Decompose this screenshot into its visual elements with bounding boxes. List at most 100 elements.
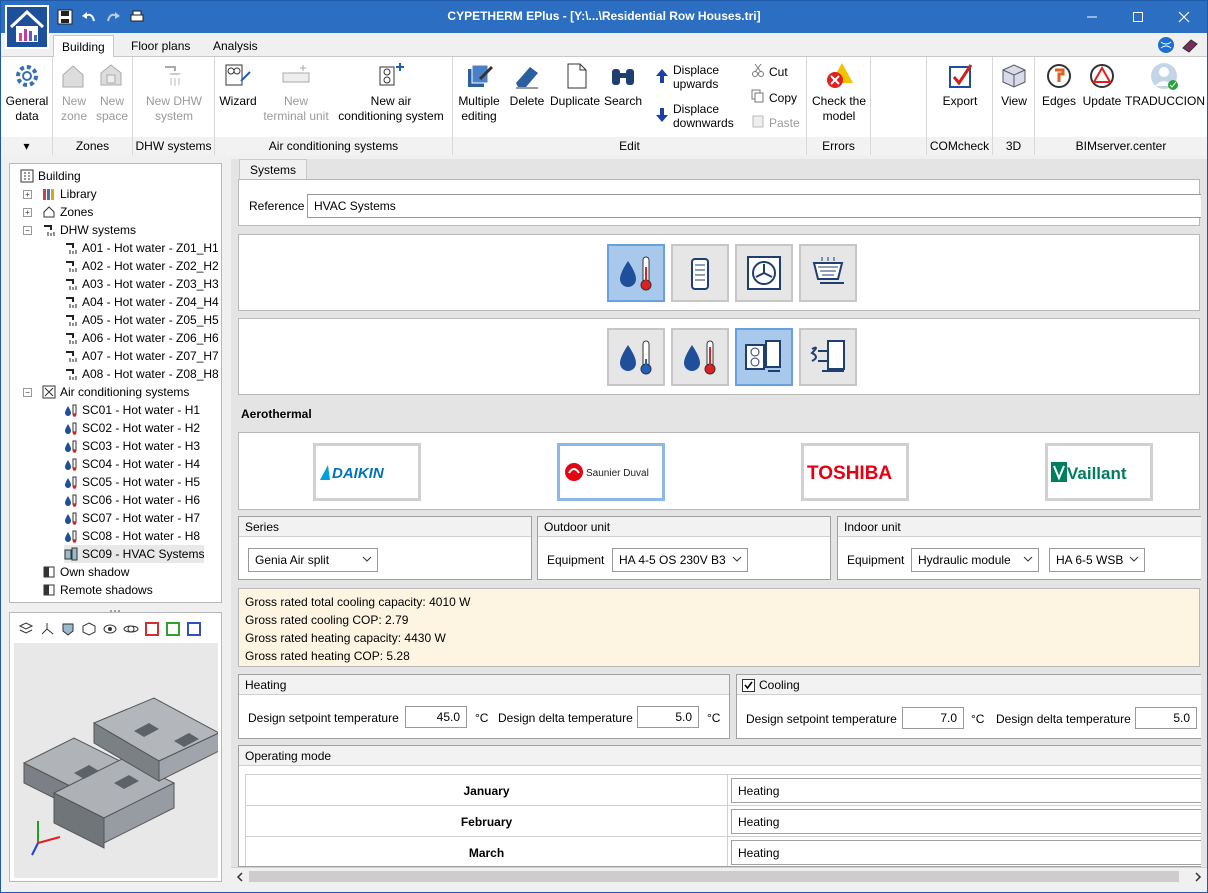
horizontal-scrollbar[interactable] [231, 867, 1207, 885]
new-dhw-system-button[interactable]: New DHW system [139, 61, 209, 124]
tree-item[interactable]: A06 - Hot water - Z06_H6 [64, 329, 219, 347]
tree-item[interactable]: DHW systems [42, 221, 136, 239]
cooling-setpoint-input[interactable]: 7.0 [902, 707, 964, 729]
water-thermo-hot-button[interactable] [671, 328, 729, 386]
book-icon[interactable] [1181, 36, 1199, 57]
delete-button[interactable]: Delete [505, 61, 549, 109]
fan-unit-button[interactable] [735, 244, 793, 302]
scroll-right-icon[interactable] [1193, 871, 1203, 886]
displace-upwards-button[interactable]: Displace upwards [655, 63, 719, 91]
new-zone-button[interactable]: New zone [55, 61, 93, 124]
mode-select[interactable]: Heating [731, 809, 1201, 834]
cube-view-icon[interactable] [81, 621, 97, 641]
app-logo-icon[interactable] [5, 5, 49, 49]
tree-item[interactable]: Library [42, 185, 97, 203]
panel-splitter[interactable] [9, 604, 222, 612]
tree-expander[interactable]: − [23, 226, 32, 235]
eye-icon[interactable] [102, 621, 118, 641]
tree-item[interactable]: SC09 - HVAC Systems [64, 545, 205, 563]
tree-item[interactable]: SC04 - Hot water - H4 [64, 455, 200, 473]
tree-item[interactable]: SC05 - Hot water - H5 [64, 473, 200, 491]
radiator-button[interactable] [671, 244, 729, 302]
cooling-checkbox[interactable] [742, 679, 755, 692]
reference-input[interactable]: HVAC Systems [307, 194, 1201, 218]
undo-icon[interactable] [79, 7, 99, 27]
close-button[interactable] [1161, 1, 1207, 33]
section-green-icon[interactable] [165, 621, 181, 641]
tree-item[interactable]: Own shadow [42, 563, 129, 581]
check-model-button[interactable]: Check the model [809, 61, 869, 124]
update-button[interactable]: Update [1081, 61, 1123, 109]
tree-item[interactable]: A03 - Hot water - Z03_H3 [64, 275, 219, 293]
scroll-thumb[interactable] [249, 871, 1179, 882]
axes-icon[interactable] [39, 621, 55, 641]
copy-button[interactable]: Copy [751, 89, 797, 106]
tab-analysis[interactable]: Analysis [205, 35, 266, 57]
tree-item[interactable]: Air conditioning systems [42, 383, 189, 401]
cut-button[interactable]: Cut [751, 63, 788, 80]
tab-building[interactable]: Building [53, 35, 114, 57]
water-thermo-cold-button[interactable] [607, 328, 665, 386]
traduccion-button[interactable]: TRADUCCION [1125, 61, 1205, 109]
outdoor-equipment-select[interactable]: HA 4-5 OS 230V B3 [612, 548, 748, 572]
edges-button[interactable]: Edges [1037, 61, 1081, 109]
indoor-module-select[interactable]: Hydraulic module [911, 548, 1039, 572]
new-space-button[interactable]: New space [93, 61, 131, 124]
mode-select[interactable]: Heating [731, 840, 1201, 865]
tree-item[interactable]: SC02 - Hot water - H2 [64, 419, 200, 437]
cooling-tower-button[interactable] [799, 244, 857, 302]
maximize-button[interactable] [1115, 1, 1161, 33]
tree-item[interactable]: Remote shadows [42, 581, 153, 599]
tree-item[interactable]: A07 - Hot water - Z07_H7 [64, 347, 219, 365]
tree-item[interactable]: A02 - Hot water - Z02_H2 [64, 257, 219, 275]
layers-icon[interactable] [18, 621, 34, 641]
tree-item[interactable]: Building [20, 167, 81, 185]
paste-button[interactable]: Paste [751, 114, 800, 131]
minimize-button[interactable] [1069, 1, 1115, 33]
series-select[interactable]: Genia Air split [248, 548, 378, 572]
tab-floor-plans[interactable]: Floor plans [123, 35, 198, 57]
general-dropdown[interactable]: ▾ [1, 137, 52, 155]
water-thermometer-button[interactable] [607, 244, 665, 302]
heat-pump-monobloc-button[interactable] [799, 328, 857, 386]
cooling-delta-input[interactable]: 5.0 [1135, 707, 1197, 729]
multiple-editing-button[interactable]: Multiple editing [455, 61, 503, 124]
tree-item[interactable]: SC03 - Hot water - H3 [64, 437, 200, 455]
tree-item[interactable]: Zones [42, 203, 93, 221]
redo-icon[interactable] [103, 7, 123, 27]
section-red-icon[interactable] [144, 621, 160, 641]
tree-item[interactable]: A05 - Hot water - Z05_H5 [64, 311, 219, 329]
heating-setpoint-input[interactable]: 45.0 [405, 706, 467, 728]
tree-item[interactable]: A01 - Hot water - Z01_H1 [64, 239, 219, 257]
save-icon[interactable] [55, 7, 75, 27]
heat-pump-split-button[interactable] [735, 328, 793, 386]
displace-downwards-button[interactable]: Displace downwards [655, 102, 734, 130]
print-icon[interactable] [127, 7, 147, 27]
tree-item[interactable]: A08 - Hot water - Z08_H8 [64, 365, 219, 383]
brand-daikin-button[interactable]: DAIKIN [313, 443, 421, 501]
3d-canvas[interactable] [14, 643, 221, 878]
tree-expander[interactable]: + [23, 208, 32, 217]
scroll-left-icon[interactable] [235, 871, 245, 886]
heating-delta-input[interactable]: 5.0 [637, 706, 699, 728]
new-terminal-unit-button[interactable]: New terminal unit [261, 61, 331, 124]
export-button[interactable]: Export [933, 61, 987, 109]
mode-select[interactable]: Heating [731, 778, 1201, 803]
search-button[interactable]: Search [601, 61, 645, 109]
duplicate-button[interactable]: Duplicate [549, 61, 601, 109]
tree-item[interactable]: SC06 - Hot water - H6 [64, 491, 200, 509]
tab-systems[interactable]: Systems [239, 159, 307, 179]
tree-item[interactable]: A04 - Hot water - Z04_H4 [64, 293, 219, 311]
brand-toshiba-button[interactable]: TOSHIBA [801, 443, 909, 501]
tree-expander[interactable]: + [23, 190, 32, 199]
tree-item[interactable]: SC07 - Hot water - H7 [64, 509, 200, 527]
indoor-equipment-select[interactable]: HA 6-5 WSB [1049, 548, 1145, 572]
new-ac-system-button[interactable]: New air conditioning system [333, 61, 449, 124]
globe-icon[interactable] [1157, 36, 1175, 57]
orbit-icon[interactable] [123, 621, 139, 641]
general-data-button[interactable]: General data [5, 61, 49, 124]
shield-view-icon[interactable] [60, 621, 76, 641]
tree-item[interactable]: SC01 - Hot water - H1 [64, 401, 200, 419]
section-blue-icon[interactable] [186, 621, 202, 641]
view-3d-button[interactable]: View [995, 61, 1033, 109]
